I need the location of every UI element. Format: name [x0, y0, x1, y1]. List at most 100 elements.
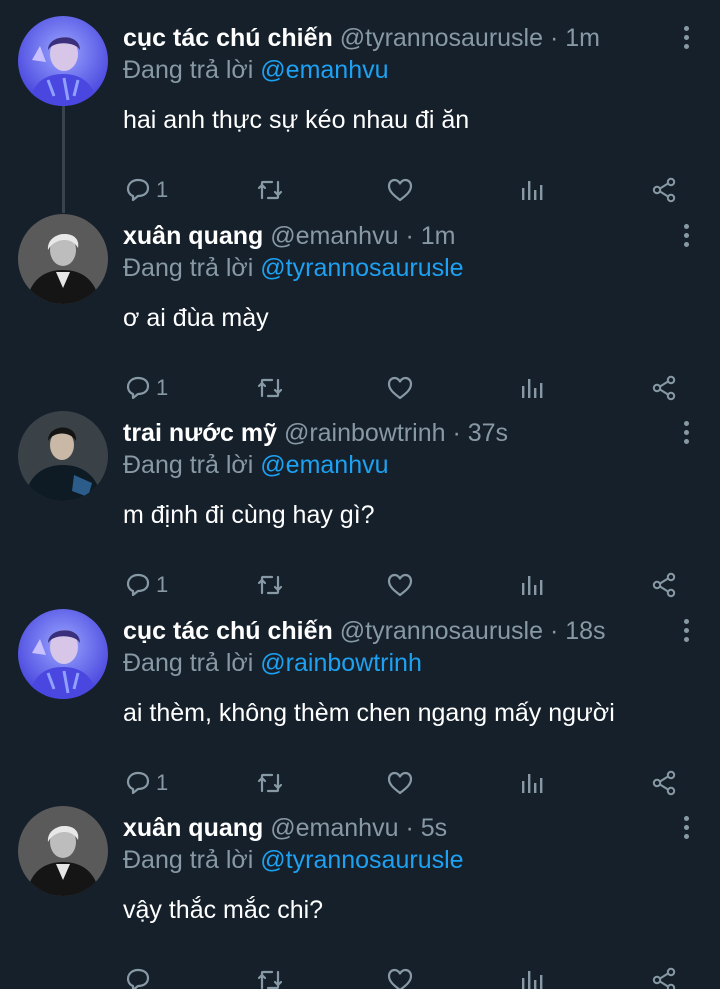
more-vertical-icon[interactable] [682, 26, 690, 50]
tweet-actions: 1 [0, 567, 720, 603]
reply-button[interactable]: 1 [124, 370, 168, 406]
reply-button[interactable] [124, 962, 156, 989]
avatar[interactable] [18, 608, 108, 699]
more-vertical-icon[interactable] [682, 223, 690, 248]
tweet-text: vậy thắc mắc chi? [123, 896, 324, 924]
heart-icon [387, 771, 413, 794]
timestamp[interactable]: 1m [421, 222, 456, 250]
replying-to-label: Đang trả lời [123, 56, 254, 84]
share-icon [652, 770, 676, 795]
tweet[interactable]: xuân quang @emanhvu · 1m Đang trả lời @t… [0, 212, 720, 409]
replying-to: Đang trả lời @tyrannosaurusle [123, 844, 464, 876]
retweet-button[interactable] [256, 962, 284, 989]
retweet-button[interactable] [256, 370, 284, 406]
retweet-button[interactable] [256, 567, 284, 603]
replying-to: Đang trả lời @emanhvu [123, 54, 389, 86]
reply-icon [126, 771, 150, 794]
more-vertical-icon[interactable] [682, 421, 690, 445]
tweet-header: cục tác chú chiến @tyrannosaurusle · 18s [123, 615, 660, 647]
tweet-actions: 1 [0, 370, 720, 406]
retweet-button[interactable] [256, 765, 284, 801]
analytics-icon [522, 773, 543, 793]
like-button[interactable] [386, 567, 414, 603]
share-button[interactable] [650, 567, 678, 603]
heart-icon [387, 376, 413, 399]
retweet-icon [257, 180, 283, 200]
tweet-text: m định đi cùng hay gì? [123, 501, 375, 529]
replying-to-handle[interactable]: @rainbowtrinh [260, 649, 422, 677]
analytics-button[interactable] [518, 567, 546, 603]
share-button[interactable] [650, 370, 678, 406]
reply-button[interactable]: 1 [124, 567, 168, 603]
retweet-button[interactable] [256, 172, 284, 208]
replying-to: Đang trả lời @rainbowtrinh [123, 647, 422, 679]
replying-to-handle[interactable]: @tyrannosaurusle [260, 254, 463, 282]
avatar[interactable] [18, 16, 108, 106]
share-button[interactable] [650, 172, 678, 208]
tweet-header: xuân quang @emanhvu · 5s [123, 812, 660, 844]
share-icon [652, 177, 676, 203]
user-handle[interactable]: @rainbowtrinh [284, 419, 446, 447]
user-handle[interactable]: @tyrannosaurusle [340, 617, 543, 645]
analytics-button[interactable] [518, 765, 546, 801]
like-button[interactable] [386, 962, 414, 989]
more-vertical-icon[interactable] [682, 816, 690, 840]
avatar[interactable] [18, 213, 108, 304]
reply-count: 1 [156, 374, 169, 400]
retweet-icon [257, 970, 283, 989]
tweet[interactable]: cục tác chú chiến @tyrannosaurusle · 1m … [0, 14, 720, 211]
tweet-header: trai nước mỹ @rainbowtrinh · 37s [123, 417, 660, 449]
tweet-header: cục tác chú chiến @tyrannosaurusle · 1m [123, 22, 660, 54]
user-handle[interactable]: @emanhvu [270, 222, 398, 250]
tweet-actions: 1 [0, 172, 720, 208]
reply-button[interactable]: 1 [124, 172, 168, 208]
share-icon [652, 572, 676, 598]
tweet[interactable]: xuân quang @emanhvu · 5s Đang trả lời @t… [0, 804, 720, 989]
share-button[interactable] [650, 962, 678, 989]
timestamp[interactable]: 18s [565, 617, 605, 645]
analytics-button[interactable] [518, 172, 546, 208]
share-icon [652, 967, 676, 989]
heart-icon [387, 178, 413, 202]
tweet[interactable]: cục tác chú chiến @tyrannosaurusle · 18s… [0, 607, 720, 804]
replying-to-label: Đang trả lời [123, 648, 254, 677]
analytics-button[interactable] [518, 370, 546, 406]
display-name[interactable]: trai nước mỹ [123, 419, 277, 447]
separator-dot: · [549, 616, 559, 645]
timestamp[interactable]: 37s [468, 419, 508, 447]
heart-icon [387, 968, 413, 989]
separator-dot: · [405, 221, 414, 250]
analytics-button[interactable] [518, 962, 546, 989]
like-button[interactable] [386, 172, 414, 208]
share-button[interactable] [650, 765, 678, 801]
reply-button[interactable]: 1 [124, 765, 168, 801]
reply-count: 1 [156, 177, 169, 202]
timestamp[interactable]: 1m [565, 24, 600, 52]
separator-dot: · [452, 419, 461, 447]
replying-to-handle[interactable]: @emanhvu [260, 56, 388, 84]
user-handle[interactable]: @emanhvu [270, 814, 398, 842]
tweet[interactable]: trai nước mỹ @rainbowtrinh · 37s Đang tr… [0, 409, 720, 606]
like-button[interactable] [386, 370, 414, 406]
replying-to-handle[interactable]: @emanhvu [260, 451, 388, 479]
replying-to-handle[interactable]: @tyrannosaurusle [260, 846, 463, 874]
user-handle[interactable]: @tyrannosaurusle [340, 24, 543, 52]
display-name[interactable]: xuân quang [123, 222, 263, 250]
display-name[interactable]: cục tác chú chiến [123, 24, 333, 52]
analytics-icon [522, 378, 543, 398]
avatar[interactable] [18, 411, 108, 501]
display-name[interactable]: cục tác chú chiến [123, 617, 333, 645]
replying-to-label: Đang trả lời [123, 451, 254, 479]
reply-count: 1 [156, 572, 169, 597]
reply-icon [126, 573, 150, 597]
timestamp[interactable]: 5s [421, 814, 447, 842]
analytics-icon [522, 971, 543, 989]
more-vertical-icon[interactable] [682, 618, 690, 643]
tweet-header: xuân quang @emanhvu · 1m [123, 220, 660, 252]
avatar[interactable] [18, 806, 108, 896]
separator-dot: · [549, 24, 559, 52]
heart-icon [387, 573, 413, 597]
replying-to-label: Đang trả lời [123, 846, 254, 874]
like-button[interactable] [386, 765, 414, 801]
display-name[interactable]: xuân quang [123, 814, 263, 842]
